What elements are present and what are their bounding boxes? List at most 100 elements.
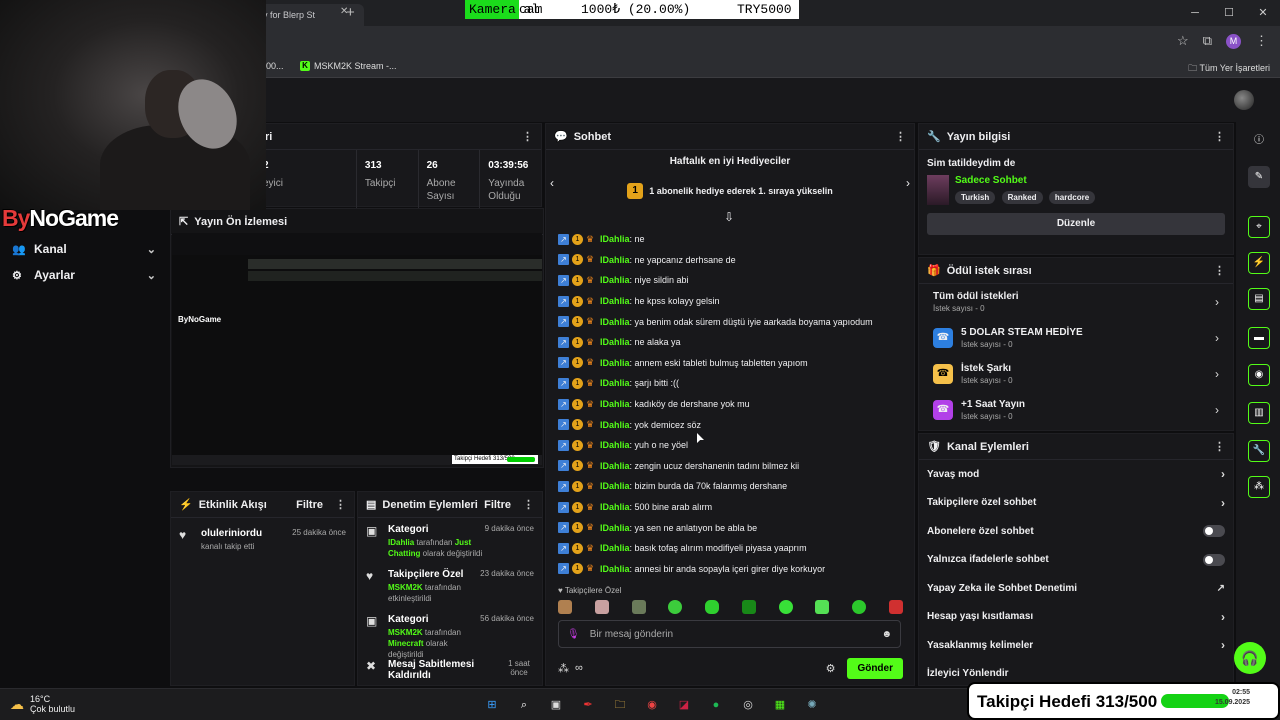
emoji-icon[interactable]: ☻ <box>881 629 892 640</box>
task-view-icon[interactable]: ▣ <box>546 695 566 715</box>
chat-username[interactable]: IDahlia <box>600 358 630 368</box>
chat-username[interactable]: IDahlia <box>600 502 630 512</box>
chat-username[interactable]: IDahlia <box>600 461 630 471</box>
chat-username[interactable]: IDahlia <box>600 296 630 306</box>
profile-avatar[interactable]: M <box>1226 33 1241 49</box>
channel-action-item[interactable]: Yasaklanmış kelimeler › <box>919 631 1233 660</box>
chat-username[interactable]: IDahlia <box>600 234 630 244</box>
reward-item[interactable]: ☎ +1 Saat Yayın İstek sayısı - 0 › <box>919 392 1233 428</box>
sidebar-item-kanal[interactable]: 👥 Kanal ⌄ <box>0 236 168 262</box>
broadcast-icon[interactable]: ◉ <box>1248 364 1270 386</box>
bookmark-item[interactable]: 00... <box>266 61 284 71</box>
toggle-switch[interactable] <box>1203 525 1225 538</box>
more-options-icon[interactable]: ⋮ <box>895 130 906 143</box>
more-options-icon[interactable]: ⋮ <box>523 498 534 511</box>
app-icon[interactable]: ◪ <box>674 695 694 715</box>
emote-icon[interactable] <box>778 600 793 614</box>
all-bookmarks[interactable]: 🗀 Tüm Yer İşaretleri <box>1188 61 1270 77</box>
kick-points-icon[interactable]: ⁂ <box>558 662 569 675</box>
category-name[interactable]: Sadece Sohbet <box>955 175 1098 186</box>
chat-input[interactable]: 🎙 Bir mesaj gönderin ☻ <box>558 620 901 648</box>
chrome-icon[interactable]: ◉ <box>642 695 662 715</box>
pinned-toggle-icon[interactable]: ⇩ <box>724 210 734 224</box>
filter-button[interactable]: Filtre <box>484 499 511 511</box>
document-icon[interactable]: ▤ <box>1248 288 1270 310</box>
send-button[interactable]: Gönder <box>847 657 903 679</box>
reward-all[interactable]: Tüm ödül istekleri İstek sayısı - 0 › <box>919 284 1233 320</box>
more-options-icon[interactable]: ⋮ <box>1214 264 1225 277</box>
chat-username[interactable]: IDahlia <box>600 440 630 450</box>
file-explorer-icon[interactable]: 🗀 <box>610 695 630 715</box>
minimize-icon[interactable]: ─ <box>1178 0 1212 26</box>
more-options-icon[interactable]: ⋮ <box>335 498 346 511</box>
toggle-switch[interactable] <box>1203 553 1225 566</box>
emote-icon[interactable] <box>668 600 683 614</box>
bolt-icon[interactable]: ⚡ <box>1248 252 1270 274</box>
emote-icon[interactable] <box>594 600 609 614</box>
chat-username[interactable]: IDahlia <box>600 543 630 553</box>
edit-button[interactable]: Düzenle <box>927 213 1225 235</box>
obs-icon[interactable]: ◎ <box>738 695 758 715</box>
pencil-icon[interactable]: ✎ <box>1248 166 1270 188</box>
stream-preview[interactable]: ByNoGame Takipçi Hedefi 313/500 <box>172 233 542 465</box>
chat-username[interactable]: IDahlia <box>600 317 630 327</box>
extensions-icon[interactable]: ⧉ <box>1203 33 1212 49</box>
emote-icon[interactable] <box>741 600 756 614</box>
bookmark-star-icon[interactable]: ☆ <box>1177 33 1189 49</box>
channel-action-item[interactable]: Abonelere özel sohbet <box>919 517 1233 546</box>
infinity-icon[interactable]: ∞ <box>575 662 583 674</box>
wrench-icon[interactable]: 🔧 <box>1248 440 1270 462</box>
emote-icon[interactable] <box>888 600 903 614</box>
menu-dots-icon[interactable]: ⋮ <box>1255 33 1268 49</box>
chat-bubble-icon[interactable]: ▬ <box>1248 327 1270 349</box>
bookmark-kick[interactable]: K MSKM2K Stream -... <box>300 61 397 71</box>
network-icon[interactable]: ⁂ <box>1248 476 1270 498</box>
new-tab-icon[interactable]: + <box>346 4 355 21</box>
chat-username[interactable]: IDahlia <box>600 523 630 533</box>
more-options-icon[interactable]: ⋮ <box>1214 440 1225 453</box>
windows-start-icon[interactable]: ⊞ <box>482 695 502 715</box>
user-avatar[interactable] <box>1234 90 1254 110</box>
chat-username[interactable]: IDahlia <box>600 275 630 285</box>
channel-action-item[interactable]: Yapay Zeka ile Sohbet Denetimi ↗ <box>919 574 1233 603</box>
close-window-icon[interactable]: ✕ <box>1246 0 1280 26</box>
chat-username[interactable]: IDahlia <box>600 378 630 388</box>
emote-icon[interactable] <box>815 600 830 614</box>
channel-action-item[interactable]: Yavaş mod › <box>919 460 1233 489</box>
sidebar-item-ayarlar[interactable]: ⚙ Ayarlar ⌄ <box>0 262 168 288</box>
chat-username[interactable]: IDahlia <box>600 255 630 265</box>
filter-button[interactable]: Filtre <box>296 499 323 511</box>
app-icon[interactable]: ✺ <box>802 695 822 715</box>
microphone-icon[interactable]: 🎙 <box>567 629 580 640</box>
emote-icon[interactable] <box>852 600 867 614</box>
emote-icon[interactable] <box>631 600 646 614</box>
search-icon[interactable]: ⌕ <box>514 695 534 715</box>
chevron-left-icon[interactable]: ‹ <box>550 176 554 190</box>
emote-icon[interactable] <box>558 600 572 614</box>
reward-item[interactable]: ☎ İstek Şarkı İstek sayısı - 0 › <box>919 356 1233 392</box>
reward-item[interactable]: ☎ 5 DOLAR STEAM HEDİYE İstek sayısı - 0 › <box>919 320 1233 356</box>
channel-action-item[interactable]: Yalnızca ifadelerle sohbet <box>919 546 1233 575</box>
chat-username[interactable]: IDahlia <box>600 337 630 347</box>
app-icon[interactable]: ▦ <box>770 695 790 715</box>
layout-icon[interactable]: ▥ <box>1248 402 1270 424</box>
subscriber-badge-icon: 1 <box>572 295 583 307</box>
chat-username[interactable]: IDahlia <box>600 481 630 491</box>
chat-username[interactable]: IDahlia <box>600 420 630 430</box>
emote-icon[interactable] <box>705 600 720 614</box>
app-icon[interactable]: ✒ <box>578 695 598 715</box>
chat-username[interactable]: IDahlia <box>600 564 630 574</box>
channel-action-item[interactable]: Hesap yaşı kısıtlaması › <box>919 603 1233 632</box>
chat-username[interactable]: IDahlia <box>600 399 630 409</box>
spotify-icon[interactable]: ● <box>706 695 726 715</box>
channel-action-item[interactable]: Takipçilere özel sohbet › <box>919 489 1233 518</box>
more-options-icon[interactable]: ⋮ <box>522 130 533 143</box>
chevron-right-icon[interactable]: › <box>906 176 910 190</box>
maximize-icon[interactable]: ☐ <box>1212 0 1246 26</box>
chat-settings-icon[interactable]: ⚙ <box>826 662 836 675</box>
info-icon[interactable]: ⓘ <box>1248 130 1270 152</box>
more-options-icon[interactable]: ⋮ <box>1214 130 1225 143</box>
scan-icon[interactable]: ⌖ <box>1248 216 1270 238</box>
weather-widget[interactable]: ☁ 16°C Çok bulutlu <box>10 694 75 714</box>
support-icon[interactable]: 🎧 <box>1234 642 1266 674</box>
